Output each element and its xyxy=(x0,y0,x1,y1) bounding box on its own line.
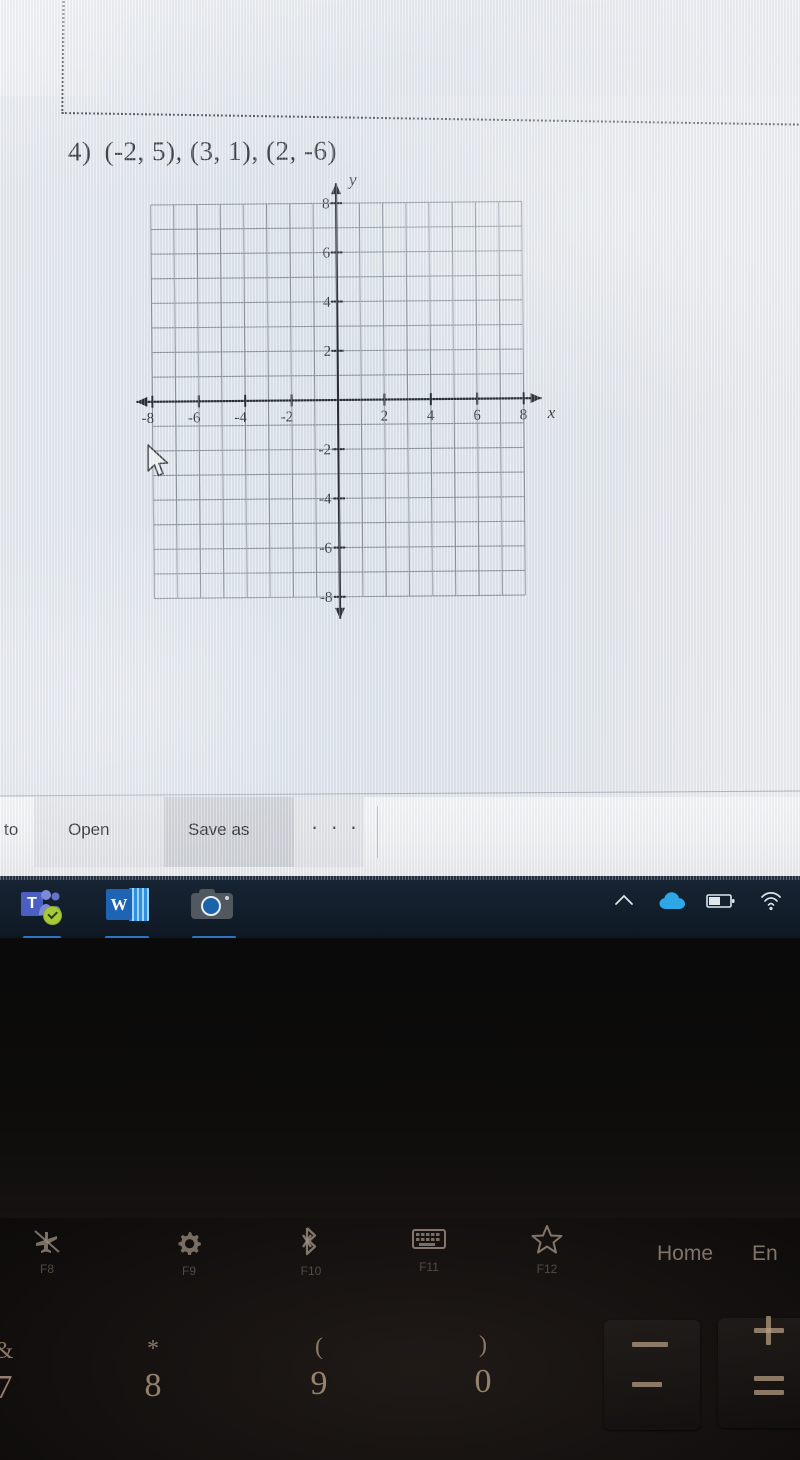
key-f12[interactable]: F12 xyxy=(516,1224,578,1276)
svg-text:2: 2 xyxy=(381,409,389,425)
key-7-number: 7 xyxy=(0,1369,13,1406)
key-f10[interactable]: F10 xyxy=(280,1226,342,1278)
windows-taskbar: T W xyxy=(0,876,800,939)
key-8-number: 8 xyxy=(144,1367,162,1404)
key-7[interactable]: & 7 xyxy=(0,1338,34,1407)
svg-text:-4: -4 xyxy=(319,491,332,507)
key-f8-label: F8 xyxy=(39,1262,54,1276)
wifi-icon xyxy=(761,892,781,911)
svg-text:-4: -4 xyxy=(234,410,247,426)
key-equals-top-bar xyxy=(754,1376,784,1381)
notification-message-fragment: to xyxy=(4,820,19,839)
svg-text:-6: -6 xyxy=(188,410,201,426)
star-icon xyxy=(516,1224,578,1260)
taskbar-item-microsoft-teams[interactable]: T xyxy=(14,884,68,939)
key-minus-underscore xyxy=(632,1342,668,1347)
taskbar-item-camera[interactable] xyxy=(186,884,240,939)
svg-text:6: 6 xyxy=(473,408,481,424)
key-9[interactable]: ( 9 xyxy=(288,1334,350,1403)
camera-lens xyxy=(201,896,221,916)
svg-text:4: 4 xyxy=(323,295,331,311)
save-as-button[interactable]: Save as xyxy=(188,820,249,840)
key-9-number: 9 xyxy=(310,1365,328,1402)
key-f9[interactable]: F9 xyxy=(158,1228,220,1278)
chevron-up-icon xyxy=(615,894,633,905)
word-icon: W xyxy=(100,884,154,926)
key-0-number: 0 xyxy=(474,1363,492,1400)
word-pages-glyph xyxy=(129,888,149,921)
key-8[interactable]: * 8 xyxy=(122,1336,184,1405)
key-equals-plus-vertical xyxy=(766,1316,771,1345)
y-axis-label: y xyxy=(347,170,357,189)
svg-text:-6: -6 xyxy=(319,541,332,557)
open-button[interactable]: Open xyxy=(68,820,110,840)
problem-statement: 4) (-2, 5), (3, 1), (2, -6) xyxy=(68,136,337,168)
problem-points-text: (-2, 5), (3, 1), (2, -6) xyxy=(104,135,337,167)
key-9-symbol: ( xyxy=(315,1334,323,1360)
cloud-icon xyxy=(659,892,685,909)
bluetooth-icon xyxy=(280,1226,342,1262)
settings-gear-icon xyxy=(158,1228,220,1262)
svg-text:-8: -8 xyxy=(320,590,333,606)
key-end[interactable]: En xyxy=(752,1242,800,1266)
svg-text:8: 8 xyxy=(520,407,528,423)
mouse-pointer-icon xyxy=(146,444,172,485)
svg-text:2: 2 xyxy=(323,344,331,360)
wifi-tray-button[interactable] xyxy=(758,889,784,918)
teams-status-checkmark-badge xyxy=(43,906,62,925)
coordinate-graph: -8 -6 -4 -2 2 4 6 8 8 6 4 2 -2 -4 -6 -8 x y xyxy=(136,170,556,620)
key-home[interactable]: Home xyxy=(630,1242,740,1266)
more-options-button[interactable]: · · · xyxy=(311,814,360,840)
key-f8[interactable]: F8 xyxy=(16,1228,78,1276)
svg-text:8: 8 xyxy=(322,196,330,212)
x-axis-label: x xyxy=(547,403,556,422)
key-minus[interactable] xyxy=(604,1320,700,1430)
key-0-symbol: ) xyxy=(479,1332,487,1358)
camera-flash xyxy=(225,896,229,900)
key-0[interactable]: ) 0 xyxy=(452,1332,514,1401)
key-f12-label: F12 xyxy=(536,1262,558,1276)
onedrive-tray-button[interactable] xyxy=(658,890,688,917)
camera-icon xyxy=(186,884,240,926)
teams-icon: T xyxy=(14,884,68,926)
svg-text:6: 6 xyxy=(323,245,331,261)
laptop-keyboard: F8 F9 F10 F11 F12 Home En 7 * 8 (9) 0 xyxy=(0,938,800,1460)
word-letter-w: W xyxy=(106,889,132,920)
key-f11-label: F11 xyxy=(419,1260,439,1274)
keyboard-backlight-icon xyxy=(398,1226,460,1258)
notification-separator xyxy=(377,806,378,858)
show-hidden-icons-button[interactable] xyxy=(612,889,636,913)
download-notification-bar: to Open Save as · · · xyxy=(0,797,800,880)
battery-tray-button[interactable] xyxy=(706,891,736,916)
key-7-symbol: & xyxy=(0,1338,34,1365)
key-8-symbol: * xyxy=(147,1336,159,1362)
graph-svg: -8 -6 -4 -2 2 4 6 8 8 6 4 2 -2 -4 -6 -8 x y xyxy=(136,170,556,619)
battery-icon xyxy=(706,894,735,908)
key-equals[interactable] xyxy=(718,1316,800,1428)
key-f9-label: F9 xyxy=(181,1264,196,1278)
svg-text:4: 4 xyxy=(427,408,435,424)
taskbar-item-microsoft-word[interactable]: W xyxy=(100,884,154,939)
key-equals-bottom-bar xyxy=(754,1390,784,1395)
airplane-mode-icon xyxy=(16,1228,78,1260)
screenshot-root: 4) (-2, 5), (3, 1), (2, -6) -8 -6 -4 -2 2 4 6 8 8… xyxy=(0,0,800,1460)
axes xyxy=(136,183,542,619)
key-f10-label: F10 xyxy=(300,1264,322,1278)
svg-text:-8: -8 xyxy=(142,411,155,427)
key-minus-hyphen xyxy=(632,1382,662,1387)
svg-text:-2: -2 xyxy=(281,409,294,425)
problem-number: 4) xyxy=(67,136,92,167)
laptop-screen: 4) (-2, 5), (3, 1), (2, -6) -8 -6 -4 -2 2 4 6 8 8… xyxy=(0,0,800,880)
svg-text:-2: -2 xyxy=(318,442,331,458)
key-f11[interactable]: F11 xyxy=(398,1226,460,1274)
keyboard-upper-shadow xyxy=(0,938,800,1218)
